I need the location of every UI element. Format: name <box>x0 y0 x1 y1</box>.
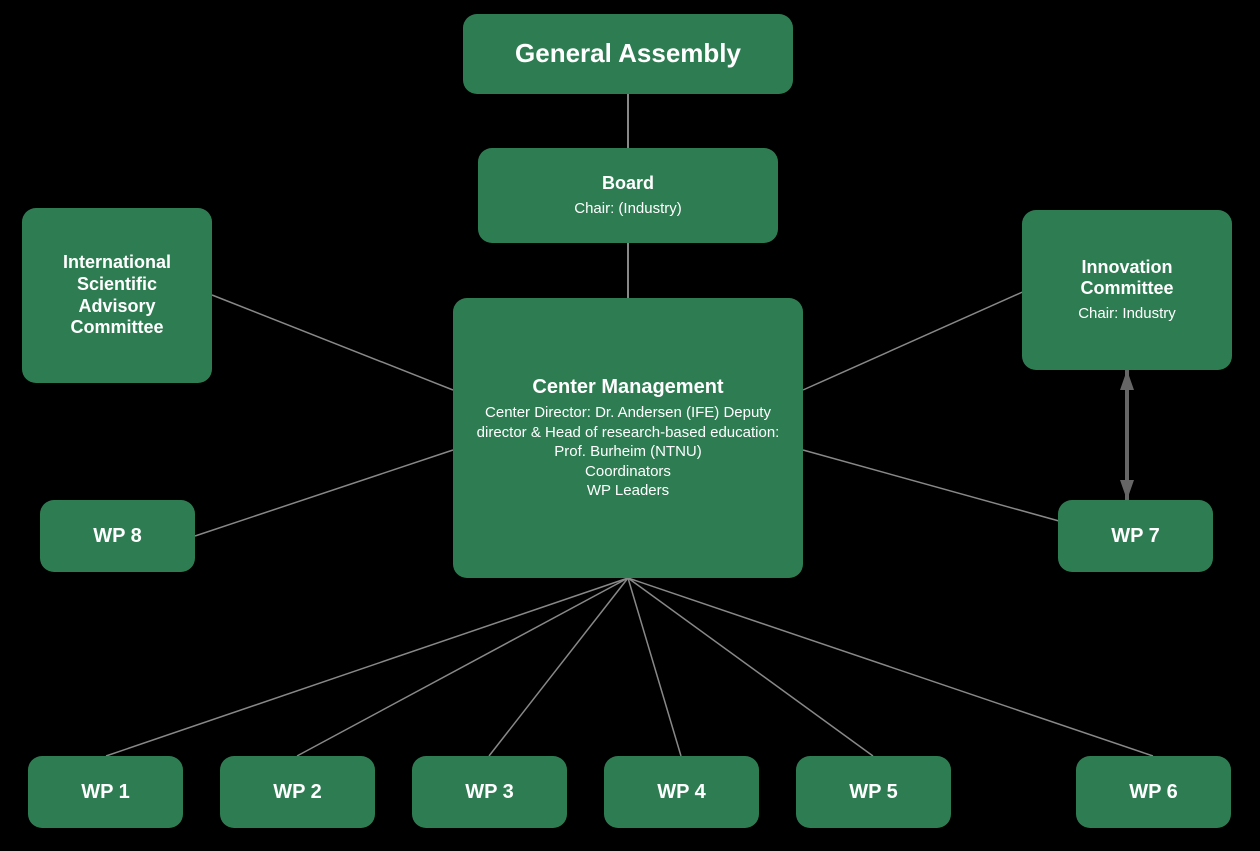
wp2-title: WP 2 <box>273 780 322 804</box>
wp3-node: WP 3 <box>412 756 567 828</box>
wp3-title: WP 3 <box>465 780 514 804</box>
wp6-title: WP 6 <box>1129 780 1178 804</box>
org-chart: General Assembly Board Chair: (Industry)… <box>0 0 1260 851</box>
wp5-title: WP 5 <box>849 780 898 804</box>
board-title: Board <box>602 173 654 195</box>
general-assembly-title: General Assembly <box>515 38 741 69</box>
wp8-title: WP 8 <box>93 524 142 548</box>
wp1-node: WP 1 <box>28 756 183 828</box>
wp7-node: WP 7 <box>1058 500 1213 572</box>
ic-title: InnovationCommittee <box>1080 257 1173 300</box>
cm-subtitle: Center Director: Dr. Andersen (IFE) Depu… <box>467 403 789 501</box>
wp4-title: WP 4 <box>657 780 706 804</box>
isac-title: InternationalScientificAdvisoryCommittee <box>63 252 171 338</box>
innovation-committee-node: InnovationCommittee Chair: Industry <box>1022 210 1232 370</box>
wp8-node: WP 8 <box>40 500 195 572</box>
wp4-node: WP 4 <box>604 756 759 828</box>
wp1-title: WP 1 <box>81 780 130 804</box>
wp7-title: WP 7 <box>1111 524 1160 548</box>
wp5-node: WP 5 <box>796 756 951 828</box>
center-management-node: Center Management Center Director: Dr. A… <box>453 298 803 578</box>
board-subtitle: Chair: (Industry) <box>574 199 682 219</box>
cm-title: Center Management <box>532 375 723 399</box>
general-assembly-node: General Assembly <box>463 14 793 94</box>
board-node: Board Chair: (Industry) <box>478 148 778 243</box>
wp6-node: WP 6 <box>1076 756 1231 828</box>
isac-node: InternationalScientificAdvisoryCommittee <box>22 208 212 383</box>
ic-subtitle: Chair: Industry <box>1078 304 1176 324</box>
wp2-node: WP 2 <box>220 756 375 828</box>
